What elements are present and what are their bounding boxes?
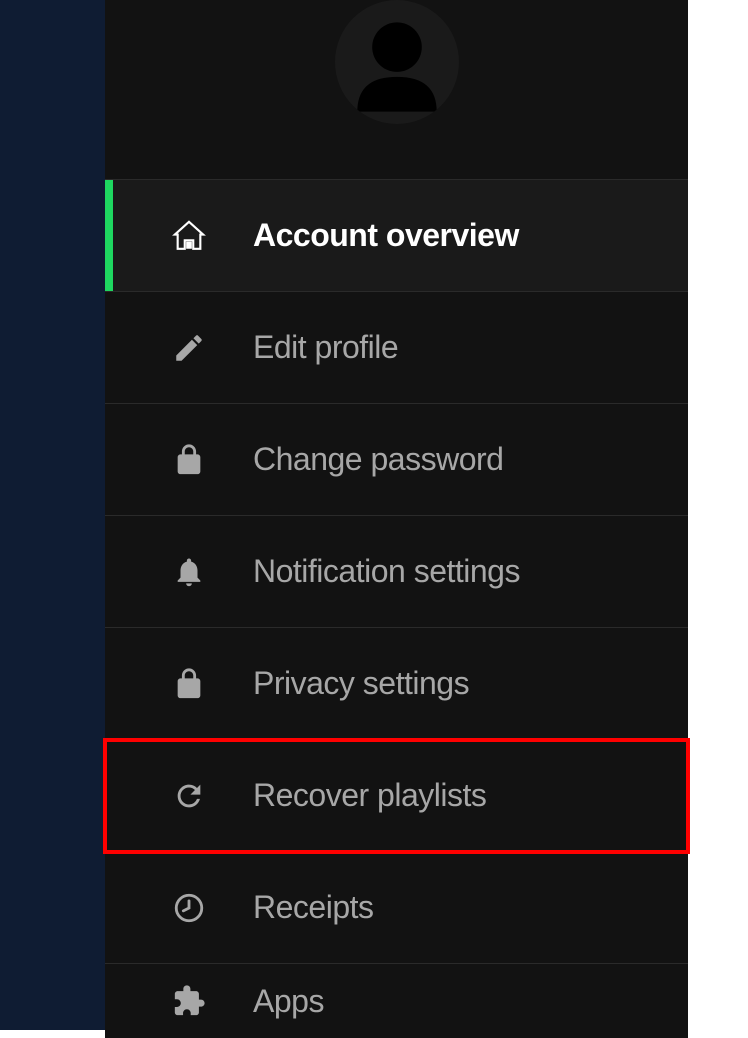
settings-menu-panel: Account overview Edit profile	[105, 0, 688, 1038]
lock-icon	[165, 667, 213, 701]
puzzle-icon	[165, 984, 213, 1018]
menu-item-label: Account overview	[253, 217, 519, 254]
menu-item-privacy-settings[interactable]: Privacy settings	[105, 628, 688, 740]
menu-item-account-overview[interactable]: Account overview	[105, 180, 688, 292]
content-area: Account overview Edit profile	[105, 0, 748, 1030]
menu-item-edit-profile[interactable]: Edit profile	[105, 292, 688, 404]
clock-icon	[165, 891, 213, 925]
home-icon	[165, 219, 213, 253]
bell-icon	[165, 555, 213, 589]
menu-item-recover-playlists[interactable]: Recover playlists	[105, 740, 688, 852]
menu-item-label: Change password	[253, 441, 503, 478]
profile-header	[105, 0, 688, 180]
left-sidebar	[0, 0, 105, 1030]
menu-item-label: Recover playlists	[253, 777, 486, 814]
menu-item-label: Edit profile	[253, 329, 398, 366]
menu-item-apps[interactable]: Apps	[105, 964, 688, 1038]
menu-item-change-password[interactable]: Change password	[105, 404, 688, 516]
menu-item-label: Receipts	[253, 889, 374, 926]
avatar-placeholder	[335, 0, 459, 124]
menu-item-notification-settings[interactable]: Notification settings	[105, 516, 688, 628]
menu-item-label: Privacy settings	[253, 665, 469, 702]
avatar-icon	[335, 0, 459, 124]
settings-menu-list: Account overview Edit profile	[105, 180, 688, 1038]
menu-item-receipts[interactable]: Receipts	[105, 852, 688, 964]
pencil-icon	[165, 331, 213, 365]
menu-item-label: Apps	[253, 983, 324, 1020]
menu-item-label: Notification settings	[253, 553, 520, 590]
refresh-icon	[165, 779, 213, 813]
page-container: Account overview Edit profile	[0, 0, 748, 1030]
lock-icon	[165, 443, 213, 477]
